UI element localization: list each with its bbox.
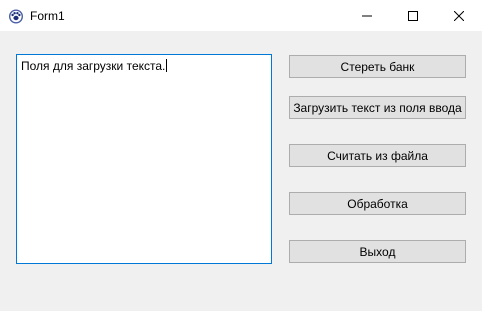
exit-button[interactable]: Выход bbox=[289, 240, 466, 263]
form-window: Form1 Поля для загрузки текста. Стереть … bbox=[0, 0, 482, 311]
window-title: Form1 bbox=[30, 9, 65, 23]
close-button[interactable] bbox=[436, 0, 482, 31]
close-icon bbox=[454, 10, 464, 21]
maximize-icon bbox=[408, 10, 418, 21]
minimize-button[interactable] bbox=[344, 0, 390, 31]
minimize-icon bbox=[362, 15, 372, 16]
text-caret bbox=[166, 59, 168, 72]
read-from-file-button[interactable]: Считать из файла bbox=[289, 144, 466, 167]
process-button[interactable]: Обработка bbox=[289, 192, 466, 215]
load-from-input-button[interactable]: Загрузить текст из поля ввода bbox=[289, 96, 466, 119]
maximize-button[interactable] bbox=[390, 0, 436, 31]
app-icon[interactable] bbox=[8, 8, 24, 24]
title-bar[interactable]: Form1 bbox=[0, 0, 482, 31]
clear-bank-button[interactable]: Стереть банк bbox=[289, 55, 466, 78]
text-input-value: Поля для загрузки текста. bbox=[21, 59, 166, 73]
text-input-area[interactable]: Поля для загрузки текста. bbox=[16, 54, 272, 264]
